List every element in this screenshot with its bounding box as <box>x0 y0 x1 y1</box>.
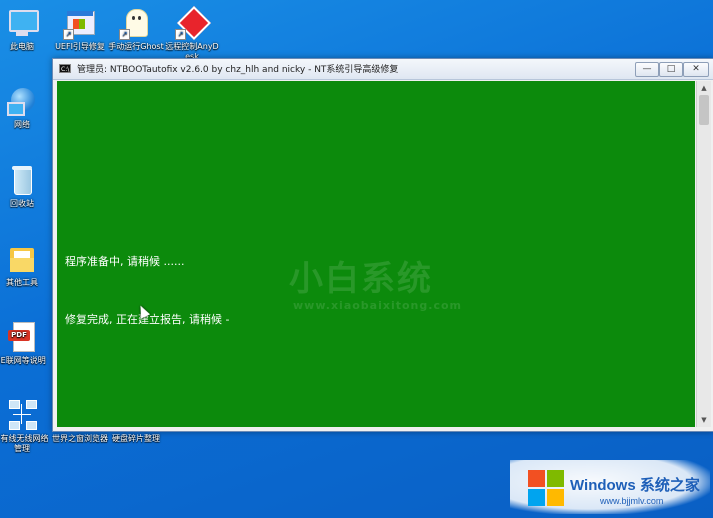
desktop-icon-label: IE联网等说明 <box>0 356 46 365</box>
console-window[interactable]: C:\ 管理员: NTBOOTautofix v2.6.0 by chz_hlh… <box>52 58 713 432</box>
recycle-bin-icon <box>5 163 39 197</box>
close-button[interactable]: ✕ <box>683 62 709 77</box>
desktop-icon-network[interactable]: 网络 <box>0 84 50 130</box>
desktop-icon-label: 其他工具 <box>6 278 38 287</box>
network-icon <box>5 84 39 118</box>
desktop-icon-label: 世界之窗浏览器 <box>52 434 108 443</box>
scroll-down-icon[interactable]: ▼ <box>698 414 710 426</box>
window-title: 管理员: NTBOOTautofix v2.6.0 by chz_hlh and… <box>77 65 399 75</box>
pdf-icon: PDF <box>5 320 39 354</box>
scroll-thumb[interactable] <box>699 95 709 125</box>
desktop-icon-label: UEFI引导修复 <box>55 42 105 51</box>
uefi-repair-icon: ↗ <box>63 6 97 40</box>
desktop-icon-network-manager[interactable]: E有线无线网络管理 <box>0 398 50 454</box>
desktop-icon-label: 此电脑 <box>10 42 34 51</box>
desktop-icon-label: 回收站 <box>10 199 34 208</box>
desktop-icon-uefi-repair[interactable]: ↗ UEFI引导修复 <box>52 6 108 52</box>
console-output[interactable]: 小白系统 www.xiaobaixitong.com 程序准备中, 请稍候 ..… <box>57 81 695 427</box>
shortcut-arrow-icon: ↗ <box>119 29 130 40</box>
brand-url: www.bjjmlv.com <box>600 496 664 506</box>
console-icon: C:\ <box>59 64 71 73</box>
desktop-icon-label: 网络 <box>14 120 30 129</box>
vertical-scrollbar[interactable]: ▲ ▼ <box>696 81 711 427</box>
maximize-button[interactable]: □ <box>659 62 683 77</box>
desktop-icon-label: E有线无线网络管理 <box>0 434 49 453</box>
desktop-icon-this-pc[interactable]: 此电脑 <box>0 6 50 52</box>
watermark-url: www.xiaobaixitong.com <box>293 299 462 312</box>
desktop-icon-ie-instructions[interactable]: PDF IE联网等说明 <box>0 320 50 366</box>
desktop-icon-label: 手动运行Ghost <box>108 42 164 51</box>
desktop-icon-label: 硬盘碎片整理 <box>112 434 160 443</box>
scroll-up-icon[interactable]: ▲ <box>698 82 710 94</box>
computer-icon <box>5 6 39 40</box>
lan-network-icon <box>5 398 39 432</box>
desktop-icon-ghost[interactable]: ↗ 手动运行Ghost <box>108 6 164 52</box>
minimize-button[interactable]: — <box>635 62 659 77</box>
brand-watermark: Windows 系统之家 www.bjjmlv.com <box>510 460 710 514</box>
console-line: 程序准备中, 请稍候 ...... <box>65 255 185 268</box>
watermark-logo-text: 小白系统 <box>289 259 433 299</box>
brand-name: Windows 系统之家 <box>570 477 700 494</box>
anydesk-icon: ↗ <box>175 6 211 40</box>
folder-icon <box>5 242 39 276</box>
desktop-icon-other-tools[interactable]: 其他工具 <box>0 242 50 288</box>
desktop-icon-recycle-bin[interactable]: 回收站 <box>0 163 50 209</box>
shortcut-arrow-icon: ↗ <box>63 29 74 40</box>
windows-logo-icon <box>528 470 564 506</box>
window-titlebar[interactable]: C:\ 管理员: NTBOOTautofix v2.6.0 by chz_hlh… <box>53 59 713 80</box>
shortcut-arrow-icon: ↗ <box>175 29 186 40</box>
desktop-icon-anydesk[interactable]: ↗ 远程控制AnyDesk <box>164 6 220 62</box>
ghost-icon: ↗ <box>119 6 153 40</box>
